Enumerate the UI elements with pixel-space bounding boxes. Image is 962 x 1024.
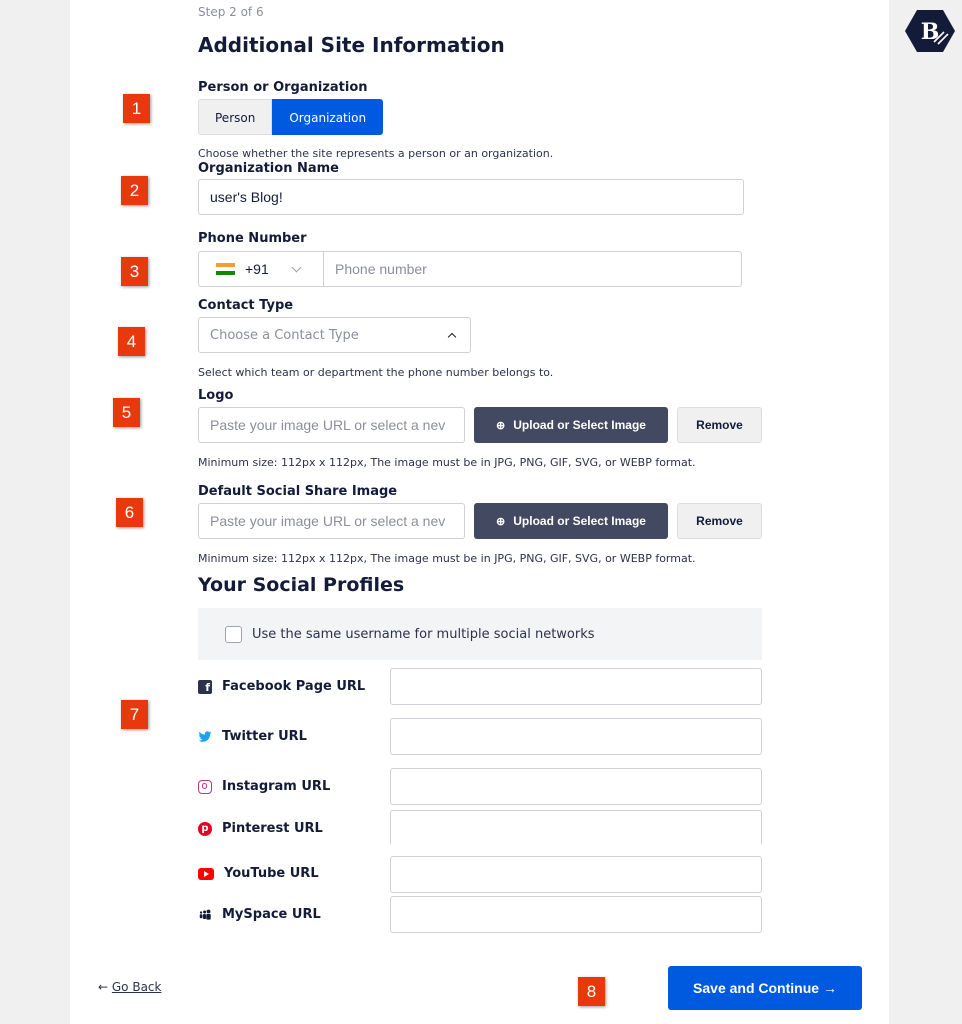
org-name-value: user's Blog!: [210, 189, 283, 205]
contact-type-help: Select which team or department the phon…: [198, 366, 554, 379]
facebook-label: Facebook Page URL: [222, 679, 366, 694]
step-indicator: Step 2 of 6: [198, 5, 264, 19]
phone-number-input[interactable]: Phone number: [323, 251, 742, 287]
contact-type-select[interactable]: Choose a Contact Type: [198, 317, 471, 353]
person-option[interactable]: Person: [198, 99, 273, 135]
annotation-marker-8: 8: [578, 977, 605, 1006]
instagram-label-row: Instagram URL: [198, 779, 330, 794]
annotation-marker-4: 4: [118, 327, 145, 356]
facebook-label-row: f Facebook Page URL: [198, 679, 365, 694]
phone-number-placeholder: Phone number: [335, 261, 427, 277]
youtube-url-input[interactable]: [390, 856, 762, 893]
twitter-icon: [198, 730, 212, 742]
pinterest-label: Pinterest URL: [222, 821, 323, 836]
person-org-label: Person or Organization: [198, 80, 368, 95]
logo-upload-button[interactable]: ⊕ Upload or Select Image: [474, 407, 668, 443]
logo-upload-label: Upload or Select Image: [513, 418, 646, 432]
myspace-label: MySpace URL: [222, 907, 321, 922]
annotation-marker-6: 6: [116, 498, 143, 527]
logo-url-input[interactable]: Paste your image URL or select a nev: [198, 407, 465, 443]
person-org-help: Choose whether the site represents a per…: [198, 147, 554, 160]
share-image-upload-button[interactable]: ⊕ Upload or Select Image: [474, 503, 668, 539]
twitter-label-row: Twitter URL: [198, 729, 307, 744]
person-org-toggle: Person Organization: [198, 99, 384, 135]
go-back-link[interactable]: ← Go Back: [98, 980, 161, 994]
annotation-marker-2: 2: [121, 176, 148, 205]
facebook-url-input[interactable]: [390, 668, 762, 705]
myspace-label-row: MySpace URL: [198, 907, 321, 922]
share-image-upload-label: Upload or Select Image: [513, 514, 646, 528]
annotation-marker-5: 5: [113, 398, 140, 427]
logo-url-placeholder: Paste your image URL or select a nev: [210, 417, 446, 433]
phone-label: Phone Number: [198, 231, 307, 246]
same-username-row: Use the same username for multiple socia…: [198, 608, 762, 660]
org-name-label: Organization Name: [198, 161, 339, 176]
same-username-label: Use the same username for multiple socia…: [252, 626, 595, 642]
youtube-icon: [198, 867, 214, 880]
share-image-url-input[interactable]: Paste your image URL or select a nev: [198, 503, 465, 539]
org-name-input[interactable]: user's Blog!: [198, 179, 744, 215]
logo-label: Logo: [198, 388, 234, 403]
youtube-label-row: YouTube URL: [198, 866, 319, 881]
logo-remove-button[interactable]: Remove: [677, 407, 762, 443]
logo-help: Minimum size: 112px x 112px, The image m…: [198, 456, 696, 469]
plus-circle-icon: ⊕: [496, 515, 506, 528]
myspace-url-input[interactable]: [390, 896, 762, 933]
share-image-label: Default Social Share Image: [198, 484, 398, 499]
chevron-down-icon: [291, 262, 302, 272]
instagram-url-input[interactable]: [390, 768, 762, 805]
organization-option[interactable]: Organization: [272, 99, 384, 135]
pinterest-url-input[interactable]: [390, 810, 762, 844]
twitter-label: Twitter URL: [222, 729, 307, 744]
plus-circle-icon: ⊕: [496, 419, 506, 432]
contact-type-placeholder: Choose a Contact Type: [210, 327, 359, 343]
chevron-up-icon: [447, 332, 457, 342]
facebook-icon: f: [198, 679, 212, 694]
social-profiles-title: Your Social Profiles: [198, 574, 405, 596]
save-and-continue-button[interactable]: Save and Continue →: [668, 966, 862, 1010]
youtube-label: YouTube URL: [224, 866, 319, 881]
instagram-label: Instagram URL: [222, 779, 331, 794]
instagram-icon: [198, 779, 212, 794]
arrow-left-icon: ←: [98, 980, 112, 994]
country-code-value: +91: [245, 261, 269, 277]
country-code-select[interactable]: +91: [198, 251, 324, 287]
annotation-marker-7: 7: [121, 700, 148, 729]
brand-logo-icon: B: [905, 10, 955, 52]
share-image-url-placeholder: Paste your image URL or select a nev: [210, 513, 446, 529]
annotation-marker-3: 3: [121, 257, 148, 286]
india-flag-icon: [216, 263, 235, 275]
svg-text:B: B: [921, 19, 940, 45]
same-username-checkbox[interactable]: [225, 625, 242, 643]
go-back-label: Go Back: [111, 980, 162, 994]
twitter-url-input[interactable]: [390, 718, 762, 755]
annotation-marker-1: 1: [123, 94, 150, 123]
pinterest-label-row: p Pinterest URL: [198, 821, 323, 836]
share-image-help: Minimum size: 112px x 112px, The image m…: [198, 552, 696, 565]
share-image-remove-button[interactable]: Remove: [677, 503, 762, 539]
pinterest-icon: p: [198, 821, 212, 836]
page-title: Additional Site Information: [198, 33, 505, 57]
myspace-icon: [199, 909, 211, 920]
contact-type-label: Contact Type: [198, 298, 294, 313]
